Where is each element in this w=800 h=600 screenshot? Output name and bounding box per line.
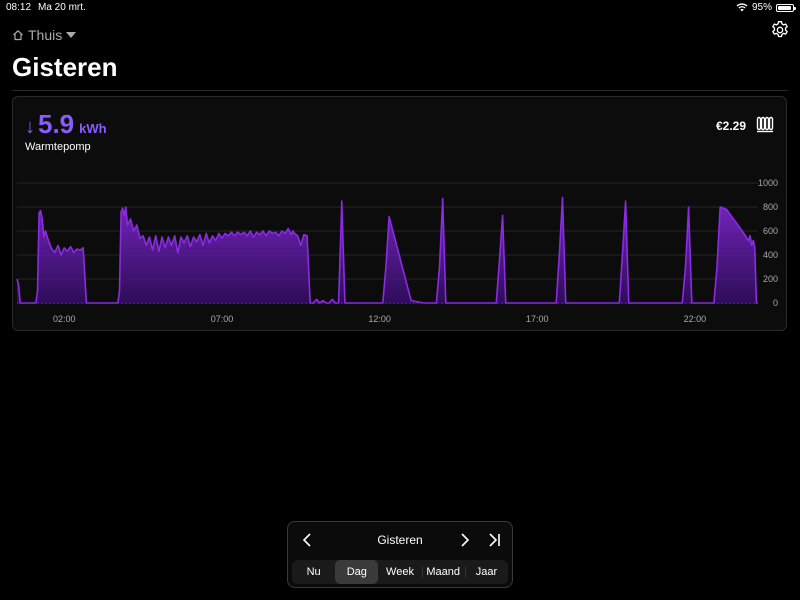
y-tick-label: 0 [773, 298, 778, 308]
page-title: Gisteren [12, 52, 118, 82]
y-tick-label: 200 [763, 274, 778, 284]
battery-percent: 95% [751, 2, 772, 13]
home-selector[interactable]: Thuis [12, 27, 77, 43]
x-tick-label: 02:00 [53, 314, 76, 324]
power-chart[interactable]: 0 200 400 600 800 1000 02:00 07:00 12:00 17:00 22… [13, 97, 786, 330]
home-label: Thuis [28, 27, 63, 43]
header-divider [12, 90, 788, 91]
chevron-down-icon [66, 32, 77, 38]
wifi-icon [736, 3, 748, 12]
tab-week[interactable]: Week [378, 560, 421, 584]
x-tick-label: 22:00 [684, 314, 707, 324]
tab-nu[interactable]: Nu [292, 560, 335, 584]
tab-dag[interactable]: Dag [335, 560, 379, 584]
gear-icon[interactable] [770, 20, 790, 40]
x-tick-label: 12:00 [368, 314, 391, 324]
y-tick-label: 1000 [758, 178, 778, 188]
tab-jaar[interactable]: Jaar [464, 560, 508, 584]
battery-icon [776, 3, 796, 12]
y-tick-label: 600 [763, 226, 778, 236]
energy-card[interactable]: ↓ 5.9 kWh Warmtepomp €2.29 0 200 400 600 800… [12, 96, 787, 331]
status-time: 08:12 [6, 2, 32, 13]
skip-to-end-icon[interactable] [482, 528, 506, 552]
tab-maand[interactable]: Maand [421, 560, 465, 584]
home-icon [13, 30, 23, 41]
period-navigator: Gisteren Nu Dag Week Maand Jaar [287, 521, 513, 588]
period-label: Gisteren [377, 533, 423, 547]
chevron-right-icon[interactable] [452, 528, 476, 552]
status-date: Ma 20 mrt. [38, 2, 86, 13]
period-tabs: Nu Dag Week Maand Jaar [292, 560, 508, 584]
y-tick-label: 800 [763, 202, 778, 212]
period-nav-row: Gisteren [288, 528, 512, 552]
status-bar: 08:12 Ma 20 mrt. 95% [0, 0, 800, 16]
x-tick-label: 17:00 [526, 314, 549, 324]
x-tick-label: 07:00 [211, 314, 234, 324]
y-tick-label: 400 [763, 250, 778, 260]
status-right: 95% [736, 2, 796, 13]
